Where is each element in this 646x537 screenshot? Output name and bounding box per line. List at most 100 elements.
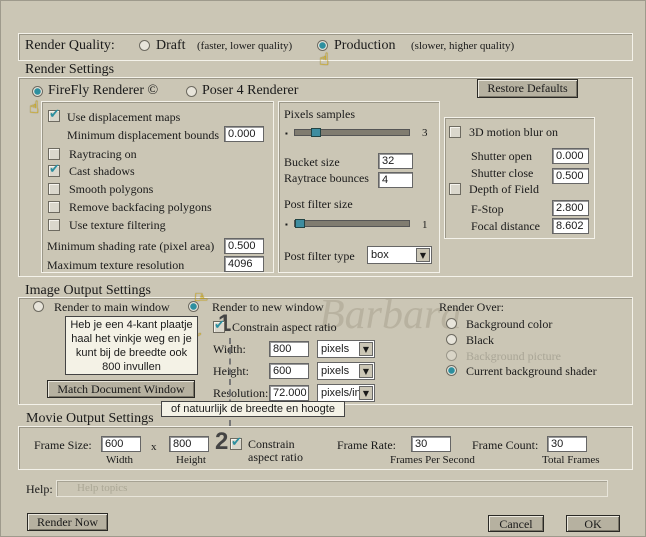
draft-label[interactable]: Draft	[156, 38, 186, 54]
fstop-label: F-Stop	[471, 202, 504, 216]
use-displacement-label: Use displacement maps	[67, 110, 181, 124]
width-unit-select[interactable]: pixels ▼	[317, 340, 375, 358]
help-topics-field: Help topics	[56, 480, 608, 497]
width-input[interactable]: 800	[269, 341, 309, 357]
smooth-polygons-label: Smooth polygons	[69, 182, 154, 196]
texture-filtering-label: Use texture filtering	[69, 218, 166, 232]
black-label: Black	[466, 333, 494, 347]
pointing-hand-icon: ☝	[319, 50, 330, 70]
raytrace-bounces-input[interactable]: 4	[378, 172, 413, 188]
cast-shadows-checkbox[interactable]	[48, 162, 60, 177]
pixel-samples-label: Pixels samples	[284, 107, 355, 121]
chevron-down-icon[interactable]: ▼	[416, 248, 430, 262]
firefly-label[interactable]: FireFly Renderer ©	[48, 83, 158, 99]
raytracing-label: Raytracing on	[69, 147, 137, 161]
frame-width-input[interactable]: 600	[101, 436, 141, 452]
background-color-label: Background color	[466, 317, 553, 331]
pixel-samples-value: 3	[422, 127, 428, 139]
movie-constrain-label-2: aspect ratio	[248, 450, 303, 464]
max-texture-res-input[interactable]: 4096	[224, 256, 264, 272]
height-unit-select[interactable]: pixels ▼	[317, 362, 375, 380]
match-document-window-button[interactable]: Match Document Window	[47, 380, 195, 398]
poser4-radio[interactable]	[186, 86, 197, 97]
cancel-button[interactable]: Cancel	[488, 515, 544, 532]
poser4-label[interactable]: Poser 4 Renderer	[202, 83, 298, 99]
pixel-samples-slider[interactable]	[294, 128, 410, 137]
render-now-button[interactable]: Render Now	[27, 513, 108, 531]
frame-height-input[interactable]: 800	[169, 436, 209, 452]
use-displacement-checkbox[interactable]	[48, 107, 60, 122]
pixel-samples-thumb[interactable]	[311, 128, 321, 137]
background-color-radio[interactable]	[446, 318, 457, 329]
chevron-down-icon[interactable]: ▼	[359, 364, 373, 378]
render-quality-label: Render Quality:	[25, 38, 115, 53]
restore-defaults-button[interactable]: Restore Defaults	[477, 79, 578, 98]
chevron-down-icon[interactable]: ▼	[359, 342, 373, 356]
shutter-open-label: Shutter open	[471, 149, 532, 163]
shutter-close-label: Shutter close	[471, 166, 534, 180]
slider-left-tick-icon: ▪	[285, 220, 288, 229]
motion-blur-checkbox[interactable]	[449, 126, 461, 138]
render-main-window-radio[interactable]	[33, 301, 44, 312]
frame-rate-input[interactable]: 30	[411, 436, 451, 452]
frame-count-label: Frame Count:	[472, 438, 539, 452]
ok-button[interactable]: OK	[566, 515, 620, 532]
slider-left-tick-icon: ▪	[285, 129, 288, 138]
production-label[interactable]: Production	[334, 38, 395, 54]
help-label: Help:	[26, 482, 53, 496]
resolution-unit-value: pixels/in	[321, 387, 361, 399]
fstop-input[interactable]: 2.800	[552, 200, 589, 216]
render-settings-dialog: Render Quality: Draft (faster, lower qua…	[0, 0, 646, 537]
current-background-shader-radio[interactable]	[446, 365, 457, 376]
bucket-size-label: Bucket size	[284, 155, 340, 169]
render-new-window-radio[interactable]	[188, 301, 199, 312]
resolution-label: Resolution:	[213, 386, 269, 400]
frame-rate-label: Frame Rate:	[337, 438, 396, 452]
bucket-size-input[interactable]: 32	[378, 153, 413, 169]
chevron-down-icon[interactable]: ▼	[359, 386, 373, 400]
depth-of-field-label: Depth of Field	[469, 182, 539, 196]
black-radio[interactable]	[446, 334, 457, 345]
post-filter-size-thumb[interactable]	[295, 219, 305, 228]
resolution-unit-select[interactable]: pixels/in ▼	[317, 384, 375, 402]
production-note: (slower, higher quality)	[411, 40, 515, 52]
post-filter-size-value: 1	[422, 219, 428, 231]
shutter-close-input[interactable]: 0.500	[552, 168, 589, 184]
width-unit-value: pixels	[321, 343, 350, 355]
width-caption: Width	[106, 454, 134, 466]
smooth-polygons-checkbox[interactable]	[48, 183, 60, 195]
focal-distance-input[interactable]: 8.602	[552, 218, 589, 234]
draft-radio[interactable]	[139, 40, 150, 51]
post-filter-size-label: Post filter size	[284, 197, 353, 211]
frame-count-input[interactable]: 30	[547, 436, 587, 452]
post-filter-size-slider[interactable]	[294, 219, 410, 228]
constrain-aspect-label: Constrain aspect ratio	[232, 320, 337, 334]
min-shading-rate-input[interactable]: 0.500	[224, 238, 264, 254]
raytracing-checkbox[interactable]	[48, 148, 60, 160]
min-shading-rate-label: Minimum shading rate (pixel area)	[47, 239, 215, 253]
render-over-label: Render Over:	[439, 300, 504, 314]
annotation-number-2: 2	[215, 428, 229, 455]
resolution-input[interactable]: 72.000	[269, 385, 309, 401]
instruction-note: Heb je een 4-kant plaatje haal het vinkj…	[65, 316, 198, 375]
min-displacement-input[interactable]: 0.000	[224, 126, 264, 142]
barbara-watermark: Barbara	[319, 292, 462, 338]
focal-distance-label: Focal distance	[471, 219, 540, 233]
motion-blur-label: 3D motion blur on	[469, 125, 558, 139]
height-input[interactable]: 600	[269, 363, 309, 379]
movie-constrain-checkbox[interactable]	[230, 435, 242, 450]
movie-output-title: Movie Output Settings	[26, 411, 154, 426]
shutter-open-input[interactable]: 0.000	[552, 148, 589, 164]
draft-note: (faster, lower quality)	[197, 40, 293, 52]
post-filter-type-select[interactable]: box ▼	[367, 246, 432, 264]
height-caption: Height	[176, 454, 206, 466]
height-unit-value: pixels	[321, 365, 350, 377]
depth-of-field-checkbox[interactable]	[449, 183, 461, 195]
constrain-aspect-checkbox[interactable]	[213, 318, 225, 333]
firefly-radio[interactable]	[32, 86, 43, 97]
height-label: Height:	[213, 364, 249, 378]
remove-backfacing-checkbox[interactable]	[48, 201, 60, 213]
current-background-shader-label: Current background shader	[466, 364, 597, 378]
texture-filtering-checkbox[interactable]	[48, 219, 60, 231]
raytrace-bounces-label: Raytrace bounces	[284, 171, 369, 185]
